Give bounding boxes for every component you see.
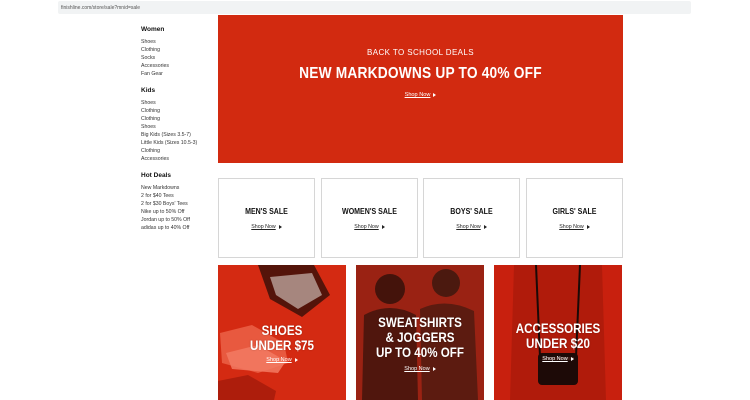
caret-right-icon [294, 357, 298, 362]
promo-title-line: UNDER $20 [526, 336, 590, 351]
nav-group-kids: Kids Shoes Clothing Clothing Shoes Big K… [141, 87, 213, 163]
promo-tile-accessories[interactable]: ACCESSORIES UNDER $20 Shop Now [494, 265, 622, 400]
nav-link-women-accessories[interactable]: Accessories [141, 62, 213, 70]
caret-right-icon [432, 366, 436, 371]
shop-now-link[interactable]: Shop Now [251, 224, 275, 230]
caret-right-icon [433, 92, 437, 97]
hero-shop-now-label[interactable]: Shop Now [405, 92, 431, 98]
shop-now-link[interactable]: Shop Now [542, 356, 567, 362]
nav-link-kids-shoes-2[interactable]: Shoes [141, 123, 213, 131]
nav-link-kids-shoes[interactable]: Shoes [141, 99, 213, 107]
shop-now-link[interactable]: Shop Now [354, 224, 378, 230]
promo-title-line: ACCESSORIES [515, 321, 601, 336]
shop-now-link[interactable]: Shop Now [266, 357, 291, 363]
category-tile-boys-sale[interactable]: BOYS' SALE Shop Now [423, 178, 520, 258]
nav-link-new-markdowns[interactable]: New Markdowns [141, 184, 213, 192]
promo-title-line: UNDER $75 [250, 338, 314, 353]
caret-right-icon [381, 224, 385, 229]
category-tile-mens-sale[interactable]: MEN'S SALE Shop Now [218, 178, 315, 258]
promo-title-line: UP TO 40% OFF [376, 345, 464, 360]
nav-link-kids-clothing-3[interactable]: Clothing [141, 147, 213, 155]
nav-link-little-kids[interactable]: Little Kids (Sizes 10.5-3) [141, 139, 213, 147]
nav-link-jordan-deal[interactable]: Jordan up to 50% Off [141, 216, 213, 224]
shop-now-link[interactable]: Shop Now [559, 224, 583, 230]
promo-shop-now[interactable]: Shop Now [356, 366, 484, 372]
address-bar[interactable]: finishline.com/store/sale?mnid=sale [58, 1, 691, 14]
url-text: finishline.com/store/sale?mnid=sale [61, 4, 141, 11]
category-title: WOMEN'S SALE [342, 207, 397, 216]
nav-link-2-for-30-boys-tees[interactable]: 2 for $30 Boys' Tees [141, 200, 213, 208]
category-tile-womens-sale[interactable]: WOMEN'S SALE Shop Now [321, 178, 418, 258]
promo-shop-now[interactable]: Shop Now [494, 356, 622, 362]
nav-link-kids-clothing-2[interactable]: Clothing [141, 115, 213, 123]
nav-link-nike-deal[interactable]: Nike up to 50% Off [141, 208, 213, 216]
promo-shop-now[interactable]: Shop Now [218, 357, 346, 363]
nav-link-women-shoes[interactable]: Shoes [141, 38, 213, 46]
category-shop-now[interactable]: Shop Now [527, 224, 622, 230]
category-shop-now[interactable]: Shop Now [424, 224, 519, 230]
nav-link-women-socks[interactable]: Socks [141, 54, 213, 62]
category-title: MEN'S SALE [245, 207, 288, 216]
caret-right-icon [586, 224, 590, 229]
nav-group-women: Women Shoes Clothing Socks Accessories F… [141, 26, 213, 78]
hero-title: NEW MARKDOWNS UP TO 40% OFF [299, 65, 542, 82]
nav-link-2-for-40-tees[interactable]: 2 for $40 Tees [141, 192, 213, 200]
nav-link-adidas-deal[interactable]: adidas up to 40% Off [141, 224, 213, 232]
shop-now-link[interactable]: Shop Now [404, 366, 429, 372]
nav-link-big-kids[interactable]: Big Kids (Sizes 3.5-7) [141, 131, 213, 139]
caret-right-icon [278, 224, 282, 229]
promo-tile-sweatshirts[interactable]: SWEATSHIRTS & JOGGERS UP TO 40% OFF Shop… [356, 265, 484, 400]
shop-now-link[interactable]: Shop Now [456, 224, 480, 230]
nav-link-women-fan-gear[interactable]: Fan Gear [141, 70, 213, 78]
hero-eyebrow: BACK TO SCHOOL DEALS [367, 48, 474, 57]
category-tile-girls-sale[interactable]: GIRLS' SALE Shop Now [526, 178, 623, 258]
nav-heading-hot-deals[interactable]: Hot Deals [141, 172, 213, 179]
hero-shop-now[interactable]: Shop Now [218, 92, 623, 98]
category-shop-now[interactable]: Shop Now [219, 224, 314, 230]
promo-title-line: & JOGGERS [385, 330, 455, 345]
category-title: BOYS' SALE [450, 207, 493, 216]
category-title: GIRLS' SALE [552, 207, 597, 216]
nav-link-women-clothing[interactable]: Clothing [141, 46, 213, 54]
promo-tile-shoes[interactable]: SHOES UNDER $75 Shop Now [218, 265, 346, 400]
nav-link-kids-clothing[interactable]: Clothing [141, 107, 213, 115]
nav-group-hot-deals: Hot Deals New Markdowns 2 for $40 Tees 2… [141, 172, 213, 232]
category-shop-now[interactable]: Shop Now [322, 224, 417, 230]
nav-heading-kids[interactable]: Kids [141, 87, 213, 94]
sidebar-nav: Women Shoes Clothing Socks Accessories F… [141, 26, 213, 241]
hero-banner[interactable]: BACK TO SCHOOL DEALS NEW MARKDOWNS UP TO… [218, 15, 623, 163]
nav-link-kids-accessories[interactable]: Accessories [141, 155, 213, 163]
caret-right-icon [483, 224, 487, 229]
promo-title-line: SHOES [261, 323, 303, 338]
nav-heading-women[interactable]: Women [141, 26, 213, 33]
promo-title-line: SWEATSHIRTS [378, 315, 462, 330]
caret-right-icon [570, 356, 574, 361]
